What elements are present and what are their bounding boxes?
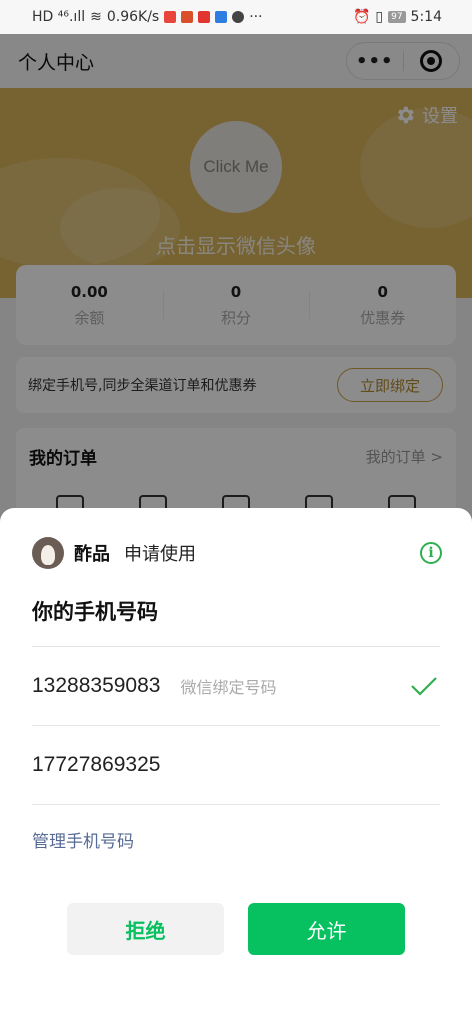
app-notification-icon: [198, 11, 211, 23]
checkmark-icon: [411, 676, 437, 696]
app-notification-icon: [232, 11, 245, 23]
status-bar: HD ⁴⁶.ıll ≋ 0.96K/s ··· ⏰ ▯ 97 5:14: [0, 0, 472, 34]
vibrate-icon: ▯: [375, 9, 384, 25]
app-notification-icon: [181, 11, 194, 23]
alarm-icon: ⏰: [352, 9, 371, 25]
battery-icon: 97: [388, 11, 406, 23]
more-notifications: ···: [249, 9, 263, 25]
wifi-icon: ≋: [90, 9, 102, 25]
info-icon[interactable]: i: [420, 542, 442, 564]
phone-number: 17727869325: [32, 752, 161, 776]
phone-number: 13288359083: [32, 673, 161, 697]
deny-button[interactable]: 拒绝: [67, 903, 224, 955]
status-left: HD ⁴⁶.ıll ≋ 0.96K/s ···: [32, 9, 263, 25]
network-speed: 0.96K/s: [106, 9, 160, 25]
app-name: 酢品: [74, 544, 110, 565]
status-right: ⏰ ▯ 97 5:14: [353, 9, 442, 25]
signal-indicator: HD ⁴⁶.ıll: [32, 9, 86, 25]
app-notification-icon: [215, 11, 228, 23]
phone-tag: 微信绑定号码: [180, 677, 277, 697]
phone-option[interactable]: 13288359083 微信绑定号码: [32, 646, 440, 724]
phone-auth-sheet: 酢品 申请使用 i 你的手机号码 13288359083 微信绑定号码 1772…: [0, 508, 472, 1024]
app-logo-icon: [32, 537, 64, 569]
clock: 5:14: [410, 9, 442, 25]
app-notification-icon: [164, 11, 177, 23]
sheet-title: 你的手机号码: [32, 600, 158, 624]
request-text: 申请使用: [124, 544, 196, 565]
phone-option[interactable]: 17727869325: [32, 725, 440, 803]
allow-button[interactable]: 允许: [248, 903, 405, 955]
manage-phone-link[interactable]: 管理手机号码: [32, 804, 440, 874]
sheet-header: 酢品 申请使用 i: [32, 536, 442, 570]
